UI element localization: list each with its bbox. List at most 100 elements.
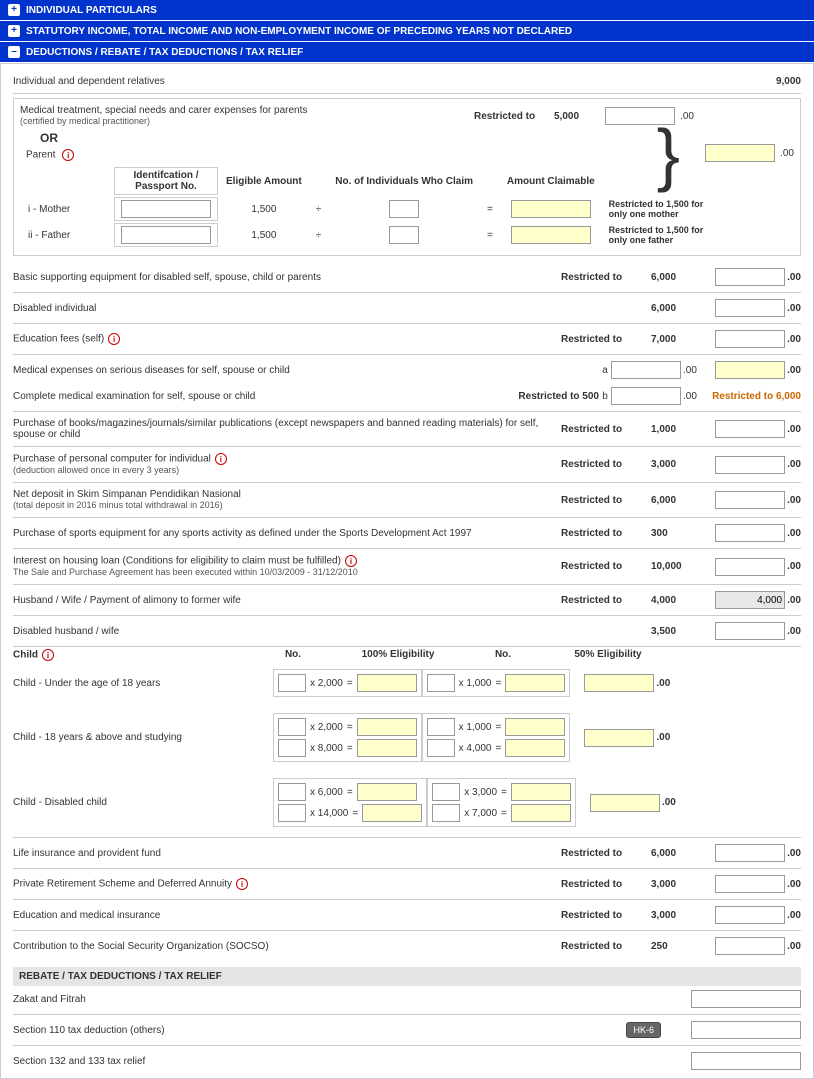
input-r6-total[interactable]	[715, 361, 785, 379]
input-r3[interactable]	[715, 268, 785, 286]
restricted-note: Restricted to 6,000	[701, 391, 801, 402]
info-icon[interactable]: i	[62, 149, 74, 161]
input-r12[interactable]	[715, 591, 785, 609]
row-zakat: Zakat and Fitrah	[13, 986, 801, 1012]
input-r9[interactable]	[715, 491, 785, 509]
info-icon[interactable]: i	[215, 453, 227, 465]
dis-50-no-a[interactable]	[432, 783, 460, 801]
parent-section: Medical treatment, special needs and car…	[13, 98, 801, 256]
row-child-disabled: Child - Disabled child x 6,000= x 14,000…	[13, 770, 801, 835]
row-housing-loan: Interest on housing loan (Conditions for…	[13, 551, 801, 582]
input-r6b[interactable]	[611, 387, 681, 405]
father-id-input[interactable]	[121, 226, 211, 244]
info-icon[interactable]: i	[345, 555, 357, 567]
th-claimable: Amount Claimable	[501, 167, 601, 195]
section-individual-particulars[interactable]: + INDIVIDUAL PARTICULARS	[0, 0, 814, 21]
limit: 5,000	[554, 111, 604, 122]
label: Individual and dependent relatives	[13, 76, 521, 87]
o18-100-amt-a[interactable]	[357, 718, 417, 736]
o18-50-amt-b[interactable]	[505, 739, 565, 757]
input-s132[interactable]	[691, 1052, 801, 1070]
o18-50-no-a[interactable]	[427, 718, 455, 736]
dis-50-amt-a[interactable]	[511, 783, 571, 801]
row-s132: Section 132 and 133 tax relief	[13, 1048, 801, 1074]
dis-100-no-b[interactable]	[278, 804, 306, 822]
row-medical-serious: Medical expenses on serious diseases for…	[13, 357, 801, 383]
expand-icon: +	[8, 4, 20, 16]
info-icon[interactable]: i	[236, 878, 248, 890]
dis-total[interactable]	[590, 794, 660, 812]
parent-label: Parent	[26, 150, 55, 161]
row-disabled-individual: Disabled individual 6,000 .00	[13, 295, 801, 321]
father-claimable[interactable]	[511, 226, 591, 244]
dis-50-amt-b[interactable]	[511, 804, 571, 822]
o18-50-no-b[interactable]	[427, 739, 455, 757]
input-s110[interactable]	[691, 1021, 801, 1039]
info-icon[interactable]: i	[108, 333, 120, 345]
restricted-label: Restricted to	[474, 111, 554, 122]
o18-total[interactable]	[584, 729, 654, 747]
section-title: STATUTORY INCOME, TOTAL INCOME AND NON-E…	[26, 26, 572, 37]
u18-100-amt[interactable]	[357, 674, 417, 692]
input-r5[interactable]	[715, 330, 785, 348]
row-life-insurance: Life insurance and provident fund Restri…	[13, 840, 801, 866]
o18-100-no-a[interactable]	[278, 718, 306, 736]
u18-total[interactable]	[584, 674, 654, 692]
dis-100-amt-a[interactable]	[357, 783, 417, 801]
collapse-icon: –	[8, 46, 20, 58]
note: (certified by medical practitioner)	[20, 116, 150, 126]
hk6-button[interactable]: HK-6	[626, 1022, 661, 1038]
section-title: INDIVIDUAL PARTICULARS	[26, 5, 157, 16]
input-r6a[interactable]	[611, 361, 681, 379]
mother-id-input[interactable]	[121, 200, 211, 218]
input-r7[interactable]	[715, 420, 785, 438]
u18-50-no[interactable]	[427, 674, 455, 692]
child-section: Childi No. 100% Eligibility No. 50% Elig…	[13, 649, 801, 835]
input-r14[interactable]	[715, 844, 785, 862]
o18-100-no-b[interactable]	[278, 739, 306, 757]
row-disabled-spouse: Disabled husband / wife 3,500 .00	[13, 618, 801, 644]
eligible: 1,500	[220, 223, 308, 247]
th-id: Identifcation / Passport No.	[114, 167, 218, 195]
row-sports: Purchase of sports equipment for any spo…	[13, 520, 801, 546]
amount: 9,000	[521, 76, 801, 87]
row-basic-supporting: Basic supporting equipment for disabled …	[13, 264, 801, 290]
row-edu-med-insurance: Education and medical insurance Restrict…	[13, 902, 801, 928]
info-icon[interactable]: i	[42, 649, 54, 661]
brace-icon: }	[657, 119, 680, 189]
row-education-fees: Education fees (self)i Restricted to 7,0…	[13, 326, 801, 352]
dis-100-amt-b[interactable]	[362, 804, 422, 822]
row-medical-exam: Complete medical examination for self, s…	[13, 383, 801, 409]
u18-100-no[interactable]	[278, 674, 306, 692]
o18-50-amt-a[interactable]	[505, 718, 565, 736]
input-r4[interactable]	[715, 299, 785, 317]
father-claimants-input[interactable]	[389, 226, 419, 244]
parent-total-input[interactable]	[705, 144, 775, 162]
deductions-content: Individual and dependent relatives 9,000…	[0, 63, 814, 1079]
row-s110: Section 110 tax deduction (others) HK-6	[13, 1017, 801, 1043]
dis-100-no-a[interactable]	[278, 783, 306, 801]
mother-claimants-input[interactable]	[389, 200, 419, 218]
input-r11[interactable]	[715, 558, 785, 576]
section-title: DEDUCTIONS / REBATE / TAX DEDUCTIONS / T…	[26, 47, 303, 58]
row-socso: Contribution to the Social Security Orga…	[13, 933, 801, 959]
row-child-o18: Child - 18 years & above and studying x …	[13, 705, 801, 770]
section-statutory-income[interactable]: + STATUTORY INCOME, TOTAL INCOME AND NON…	[0, 21, 814, 42]
o18-100-amt-b[interactable]	[357, 739, 417, 757]
input-r8[interactable]	[715, 456, 785, 474]
row-computer: Purchase of personal computer for indivi…	[13, 449, 801, 480]
input-r16[interactable]	[715, 906, 785, 924]
input-r13[interactable]	[715, 622, 785, 640]
mother-claimable[interactable]	[511, 200, 591, 218]
input-zakat[interactable]	[691, 990, 801, 1008]
section-deductions[interactable]: – DEDUCTIONS / REBATE / TAX DEDUCTIONS /…	[0, 42, 814, 63]
input-r15[interactable]	[715, 875, 785, 893]
input-r10[interactable]	[715, 524, 785, 542]
u18-50-amt[interactable]	[505, 674, 565, 692]
row-individual-relatives: Individual and dependent relatives 9,000	[13, 72, 801, 91]
dis-50-no-b[interactable]	[432, 804, 460, 822]
row-child-u18: Child - Under the age of 18 years x 2,00…	[13, 661, 801, 705]
input-r17[interactable]	[715, 937, 785, 955]
row-prs: Private Retirement Scheme and Deferred A…	[13, 871, 801, 897]
th-claimants: No. of Individuals Who Claim	[329, 167, 479, 195]
